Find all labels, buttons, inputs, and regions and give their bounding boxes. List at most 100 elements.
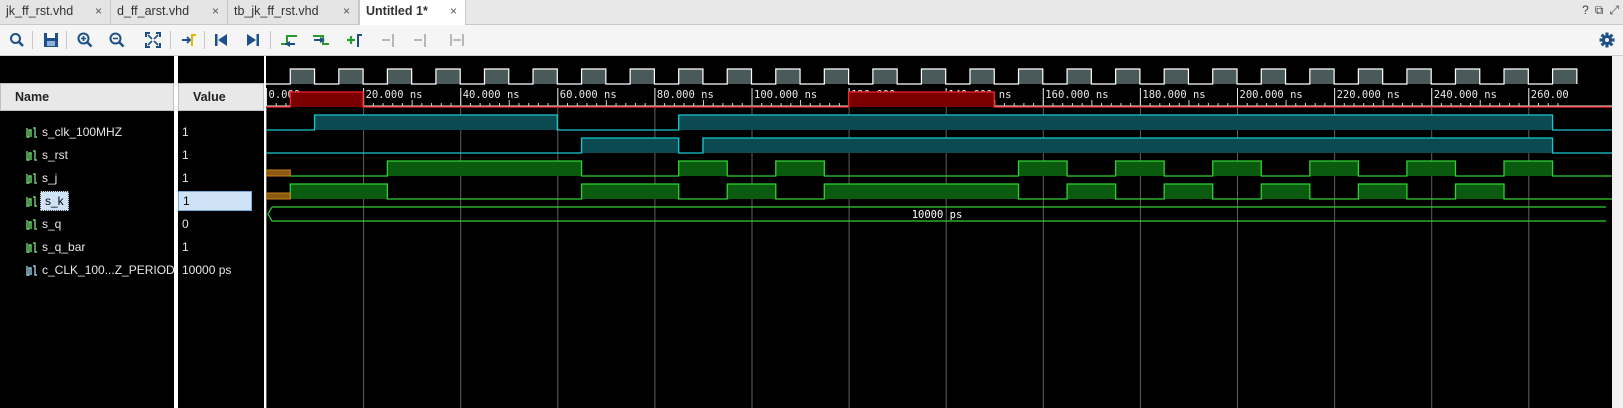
clock-high-pulse xyxy=(290,69,315,84)
signal-row[interactable]: s_j xyxy=(26,168,174,188)
name-column-header[interactable]: Name xyxy=(0,83,174,111)
signal-value-panel: Value 1 1 1 1 0 1 10000 ps xyxy=(178,56,264,408)
signal-name: c_CLK_100...Z_PERIOD xyxy=(42,263,175,277)
float-icon[interactable]: ⤢ xyxy=(1609,3,1619,18)
signal-name: s_k xyxy=(40,191,69,211)
previous-transition-icon[interactable] xyxy=(278,29,300,51)
s-q-bar-high-region xyxy=(581,184,679,199)
settings-gear-icon[interactable] xyxy=(1596,29,1618,51)
tab-tb-jk-ff-rst[interactable]: tb_jk_ff_rst.vhd × xyxy=(228,0,359,24)
zoom-in-icon[interactable] xyxy=(74,29,96,51)
signal-name: s_q xyxy=(42,217,62,231)
tab-label: jk_ff_rst.vhd xyxy=(6,4,74,18)
s-j-high-region xyxy=(314,115,558,130)
bus-value-label: 10000 ps xyxy=(912,209,963,221)
clock-high-pulse xyxy=(727,69,752,84)
clock-high-pulse xyxy=(1067,69,1092,84)
timeline-tick-label: 20.000 ns xyxy=(366,89,423,101)
clock-high-pulse xyxy=(775,69,801,84)
close-icon[interactable]: × xyxy=(95,0,102,22)
tab-untitled-1[interactable]: Untitled 1* × xyxy=(359,0,466,25)
previous-marker-icon[interactable] xyxy=(378,29,400,51)
signal-type-icon xyxy=(26,150,37,161)
s-q-high-region xyxy=(678,161,728,176)
signal-value[interactable]: 1 xyxy=(178,122,264,142)
clock-high-pulse xyxy=(1115,69,1140,84)
swap-cursors-icon[interactable] xyxy=(446,29,468,51)
editor-tab-bar: jk_ff_rst.vhd × d_ff_arst.vhd × tb_jk_ff… xyxy=(0,0,1623,25)
next-marker-icon[interactable] xyxy=(410,29,432,51)
signal-row[interactable]: s_rst xyxy=(26,145,174,165)
clock-high-pulse xyxy=(1504,69,1529,84)
clock-high-pulse xyxy=(435,69,461,84)
zoom-fit-icon[interactable] xyxy=(142,29,164,51)
signal-type-icon xyxy=(26,242,37,253)
go-to-start-icon[interactable] xyxy=(210,29,232,51)
signal-value[interactable]: 1 xyxy=(178,168,264,188)
signal-name: s_q_bar xyxy=(42,240,86,254)
add-marker-icon[interactable] xyxy=(344,29,366,51)
signal-value[interactable]: 10000 ps xyxy=(178,260,264,280)
signal-row[interactable]: s_q xyxy=(26,214,174,234)
signal-value[interactable]: 1 xyxy=(178,237,264,257)
tab-d-ff-arst[interactable]: d_ff_arst.vhd × xyxy=(111,0,228,24)
signal-type-icon xyxy=(26,127,37,138)
waveform-canvas[interactable]: 0.000 ns20.000 ns40.000 ns60.000 ns80.00… xyxy=(266,56,1612,408)
timeline-tick-label: 60.000 ns xyxy=(560,89,617,101)
clock-high-pulse xyxy=(1261,69,1286,84)
clock-high-pulse xyxy=(1406,69,1432,84)
clock-high-pulse xyxy=(969,69,995,84)
clock-high-pulse xyxy=(338,69,364,84)
s-rst-high-region xyxy=(290,92,364,107)
s-q-bar-high-region xyxy=(1455,184,1505,199)
close-icon[interactable]: × xyxy=(212,0,219,22)
signal-name: s_clk_100MHZ xyxy=(42,125,123,139)
tab-jk-ff-rst[interactable]: jk_ff_rst.vhd × xyxy=(0,0,111,24)
clock-high-pulse xyxy=(678,69,703,84)
clock-high-pulse xyxy=(1018,69,1043,84)
clock-high-pulse xyxy=(1309,69,1335,84)
close-icon[interactable]: × xyxy=(450,0,457,22)
signal-row[interactable]: s_k xyxy=(26,191,174,211)
go-to-end-icon[interactable] xyxy=(242,29,264,51)
value-column-header[interactable]: Value xyxy=(178,83,264,111)
signal-name: s_j xyxy=(42,171,58,185)
next-transition-icon[interactable] xyxy=(310,29,332,51)
help-icon[interactable]: ? xyxy=(1582,3,1589,18)
s-q-high-region xyxy=(1115,161,1165,176)
clock-high-pulse xyxy=(1552,69,1577,84)
timeline-tick-label: 200.000 ns xyxy=(1240,89,1303,101)
s-k-high-region xyxy=(702,138,1553,153)
s-q-bar-high-region xyxy=(727,184,776,199)
signal-value[interactable]: 1 xyxy=(178,145,264,165)
signal-value[interactable]: 1 xyxy=(178,191,252,211)
close-icon[interactable]: × xyxy=(343,0,350,22)
signal-type-icon xyxy=(26,219,37,230)
signal-name-panel: Name s_clk_100MHZ s_rst s_j s_k s_q s_q_bar c_… xyxy=(0,56,175,408)
s-q-high-region xyxy=(775,161,825,176)
save-icon[interactable] xyxy=(40,29,62,51)
signal-type-icon xyxy=(26,265,37,276)
s-j-high-region xyxy=(678,115,1553,130)
waveform-toolbar xyxy=(0,25,1623,56)
signal-row[interactable]: c_CLK_100...Z_PERIOD xyxy=(26,260,175,280)
clock-high-pulse xyxy=(581,69,606,84)
signal-value[interactable]: 0 xyxy=(178,214,264,234)
waveform-background xyxy=(266,56,1612,408)
s-rst-high-region xyxy=(848,92,995,107)
go-to-cursor-icon[interactable] xyxy=(178,29,200,51)
s-q-high-region xyxy=(1212,161,1262,176)
zoom-out-icon[interactable] xyxy=(106,29,128,51)
clock-high-pulse xyxy=(484,69,509,84)
tab-label: Untitled 1* xyxy=(366,4,428,18)
s-q-high-region xyxy=(1018,161,1068,176)
restore-icon[interactable]: ⧉ xyxy=(1595,3,1604,18)
vertical-scrollbar[interactable] xyxy=(1612,56,1623,408)
clock-high-pulse xyxy=(824,69,849,84)
search-icon[interactable] xyxy=(6,29,28,51)
timeline-tick-label: 220.000 ns xyxy=(1337,89,1400,101)
signal-row[interactable]: s_q_bar xyxy=(26,237,174,257)
clock-high-pulse xyxy=(630,69,655,84)
signal-row[interactable]: s_clk_100MHZ xyxy=(26,122,174,142)
timeline-tick-label: 240.000 ns xyxy=(1434,89,1497,101)
